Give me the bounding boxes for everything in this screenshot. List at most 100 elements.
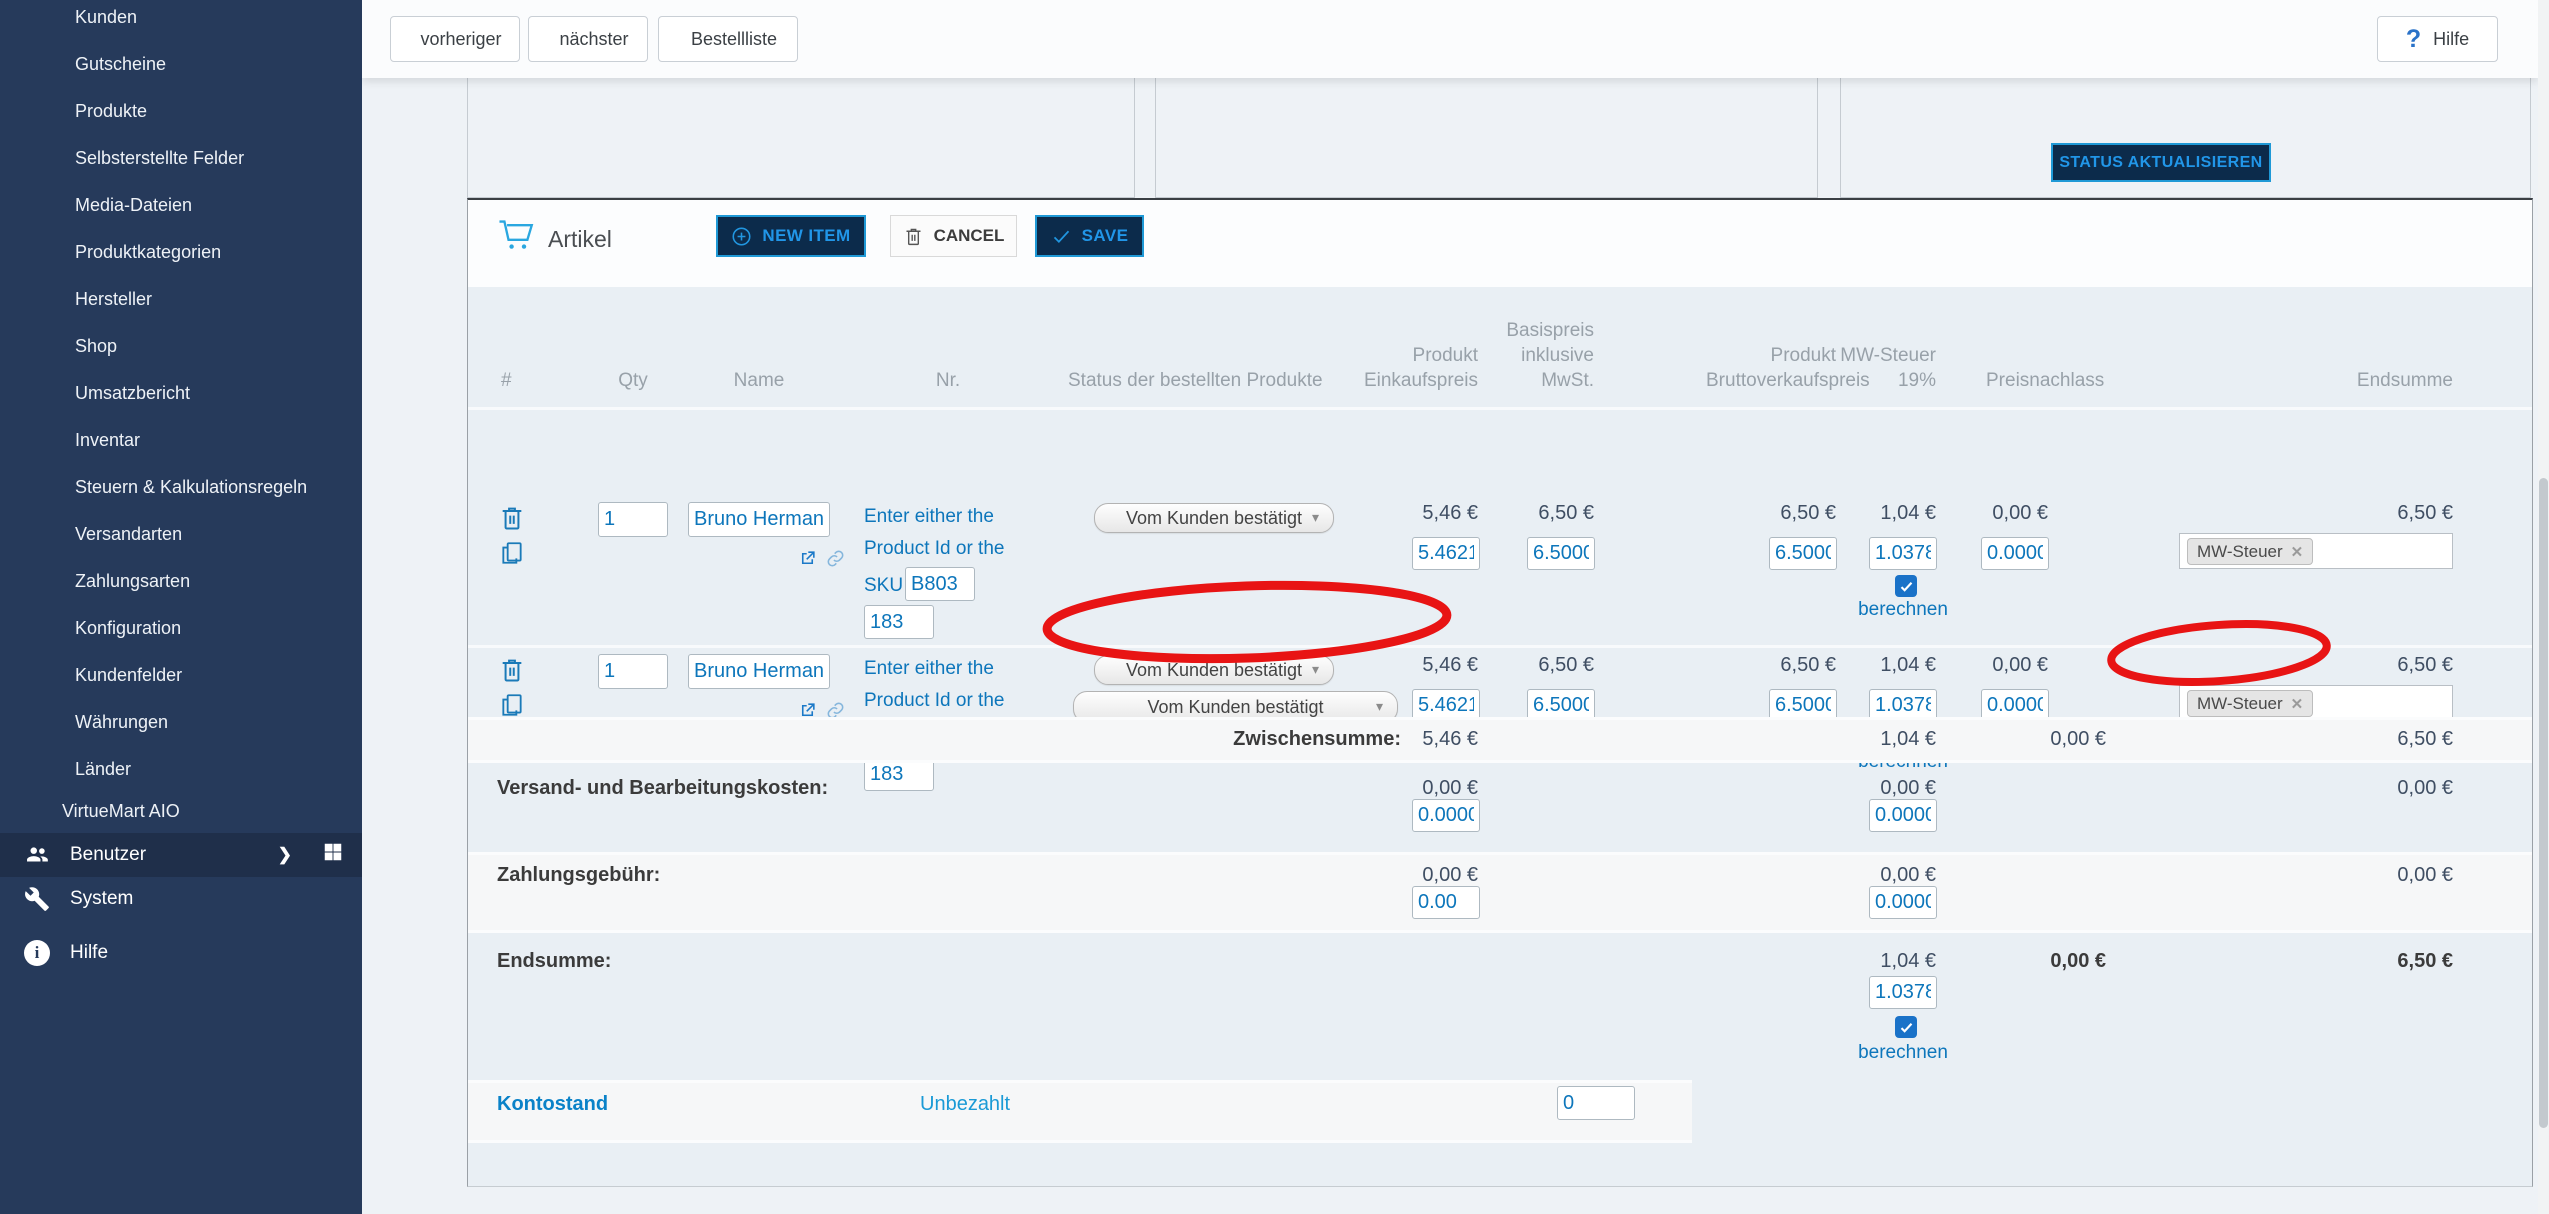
product-name-input[interactable]: [688, 502, 830, 537]
product-name-input[interactable]: [688, 654, 830, 689]
order-status-select[interactable]: Vom Kunden bestätigt▾: [1094, 503, 1334, 533]
payment-fee-tax: 0,00 €: [1806, 864, 1936, 887]
trash-icon: [903, 226, 924, 247]
sku-input[interactable]: [905, 567, 975, 601]
col-header-discount: Preisnachlass: [1986, 368, 2104, 393]
order-edit-page: Kunden Gutscheine Produkte Selbsterstell…: [0, 0, 2549, 1214]
sidebar-item-zahlungsarten[interactable]: Zahlungsarten: [0, 558, 362, 605]
sidebar-item-produkte[interactable]: Produkte: [0, 88, 362, 135]
calc-label[interactable]: berechnen: [1838, 1042, 1968, 1064]
sidebar-item-gutscheine[interactable]: Gutscheine: [0, 41, 362, 88]
next-button[interactable]: nächster: [528, 16, 648, 62]
chevron-right-icon: ❯: [278, 845, 292, 865]
discount-value: 0,00 €: [1918, 502, 2048, 525]
tax-rule-chip[interactable]: MW-Steuer✕: [2187, 690, 2313, 717]
wrench-icon: [22, 884, 52, 914]
cancel-button[interactable]: CANCEL: [890, 215, 1017, 257]
sidebar-item-produktkategorien[interactable]: Produktkategorien: [0, 229, 362, 276]
sidebar-item-versandarten[interactable]: Versandarten: [0, 511, 362, 558]
save-button[interactable]: SAVE: [1035, 215, 1144, 257]
copy-item-icon[interactable]: [499, 692, 525, 718]
sidebar-item-laender[interactable]: Länder: [0, 746, 362, 793]
order-list-button[interactable]: Bestellliste: [658, 16, 798, 62]
open-product-icon[interactable]: [798, 549, 817, 568]
sidebar-item-kunden[interactable]: Kunden: [0, 0, 362, 41]
payment-fee-purchase-input[interactable]: [1412, 886, 1480, 919]
product-id-hint: Enter either the Product Id or the: [864, 653, 1004, 717]
chevron-down-icon: ▾: [1312, 509, 1319, 526]
sidebar-item-virtuemart-aio[interactable]: VirtueMart AIO: [0, 795, 362, 827]
shipping-total: 0,00 €: [2303, 777, 2453, 800]
delete-item-icon[interactable]: [498, 504, 526, 532]
sidebar-item-hilfe[interactable]: i Hilfe: [0, 931, 362, 975]
col-header-status: Status der bestellten Produkte: [1068, 368, 1323, 393]
col-header-tax: MW-Steuer 19%: [1806, 343, 1936, 393]
sidebar-item-waehrungen[interactable]: Währungen: [0, 699, 362, 746]
sidebar-item-media-dateien[interactable]: Media-Dateien: [0, 182, 362, 229]
order-info-panel: [467, 78, 1135, 198]
col-header-base-price: Basispreis inklusive MwSt.: [1464, 318, 1594, 393]
sidebar-item-kundenfelder[interactable]: Kundenfelder: [0, 652, 362, 699]
sidebar-item-benutzer[interactable]: Benutzer ❯: [0, 833, 362, 877]
help-button[interactable]: ? Hilfe: [2377, 16, 2498, 62]
purchase-price-input[interactable]: [1412, 537, 1480, 570]
payment-fee-tax-input[interactable]: [1869, 886, 1937, 919]
account-balance-input[interactable]: [1557, 1086, 1635, 1120]
sidebar-item-umsatzbericht[interactable]: Umsatzbericht: [0, 370, 362, 417]
sidebar-item-hersteller[interactable]: Hersteller: [0, 276, 362, 323]
shipping-tax: 0,00 €: [1806, 777, 1936, 800]
remove-chip-icon[interactable]: ✕: [2291, 543, 2304, 561]
calc-checkbox[interactable]: [1895, 1016, 1917, 1038]
scrollbar-thumb[interactable]: [2539, 478, 2548, 1128]
qty-input[interactable]: [598, 654, 668, 689]
grand-total-discount: 0,00 €: [1976, 950, 2106, 973]
payment-fee-purchase: 0,00 €: [1348, 864, 1478, 887]
row-separator: [468, 645, 2532, 648]
order-status-select[interactable]: Vom Kunden bestätigt▾: [1094, 655, 1334, 685]
billing-panel: [1155, 78, 1818, 198]
articles-title: Artikel: [548, 226, 612, 253]
shipping-tax-input[interactable]: [1869, 799, 1937, 832]
sku-label: SKU: [864, 570, 903, 602]
account-balance-row: [468, 1080, 1692, 1143]
base-price-value: 6,50 €: [1464, 502, 1594, 525]
grand-total-value: 6,50 €: [2303, 950, 2453, 973]
qty-input[interactable]: [598, 502, 668, 537]
col-header-num: #: [501, 368, 512, 393]
scrollbar[interactable]: [2538, 0, 2549, 1214]
cart-icon: [498, 216, 536, 257]
sidebar-item-konfiguration[interactable]: Konfiguration: [0, 605, 362, 652]
tax-rule-select[interactable]: MW-Steuer✕: [2179, 685, 2453, 721]
tax-rule-chip[interactable]: MW-Steuer✕: [2187, 538, 2313, 565]
sidebar-item-steuern[interactable]: Steuern & Kalkulationsregeln: [0, 464, 362, 511]
gross-price-input[interactable]: [1769, 537, 1837, 570]
grid-icon[interactable]: [322, 841, 344, 869]
shipping-purchase-input[interactable]: [1412, 799, 1480, 832]
new-item-button[interactable]: NEW ITEM: [716, 215, 866, 257]
remove-chip-icon[interactable]: ✕: [2291, 695, 2304, 713]
previous-label: vorheriger: [420, 29, 501, 50]
copy-item-icon[interactable]: [499, 540, 525, 566]
previous-button[interactable]: vorheriger: [390, 16, 520, 62]
calc-checkbox[interactable]: [1895, 575, 1917, 597]
sidebar-item-system[interactable]: System: [0, 877, 362, 921]
discount-input[interactable]: [1981, 537, 2049, 570]
sidebar-item-inventar[interactable]: Inventar: [0, 417, 362, 464]
tax-rule-select[interactable]: MW-Steuer✕: [2179, 533, 2453, 569]
subtotal-discount: 0,00 €: [1976, 728, 2106, 751]
question-icon: ?: [2406, 25, 2421, 54]
update-status-button[interactable]: STATUS AKTUALISIEREN: [2051, 143, 2271, 182]
chevron-down-icon: ▾: [1312, 661, 1319, 678]
grand-total-tax-input[interactable]: [1869, 976, 1937, 1009]
sidebar-item-selbsterstellte-felder[interactable]: Selbsterstellte Felder: [0, 135, 362, 182]
product-id-input[interactable]: [864, 605, 934, 639]
base-price-input[interactable]: [1527, 537, 1595, 570]
col-header-nr: Nr.: [888, 368, 1008, 393]
calc-label[interactable]: berechnen: [1838, 599, 1968, 621]
account-balance-label[interactable]: Kontostand: [497, 1093, 608, 1116]
sidebar-item-shop[interactable]: Shop: [0, 323, 362, 370]
grand-total-label: Endsumme:: [497, 950, 611, 973]
link-icon[interactable]: [826, 549, 845, 568]
tax-input[interactable]: [1869, 537, 1937, 570]
delete-item-icon[interactable]: [498, 656, 526, 684]
